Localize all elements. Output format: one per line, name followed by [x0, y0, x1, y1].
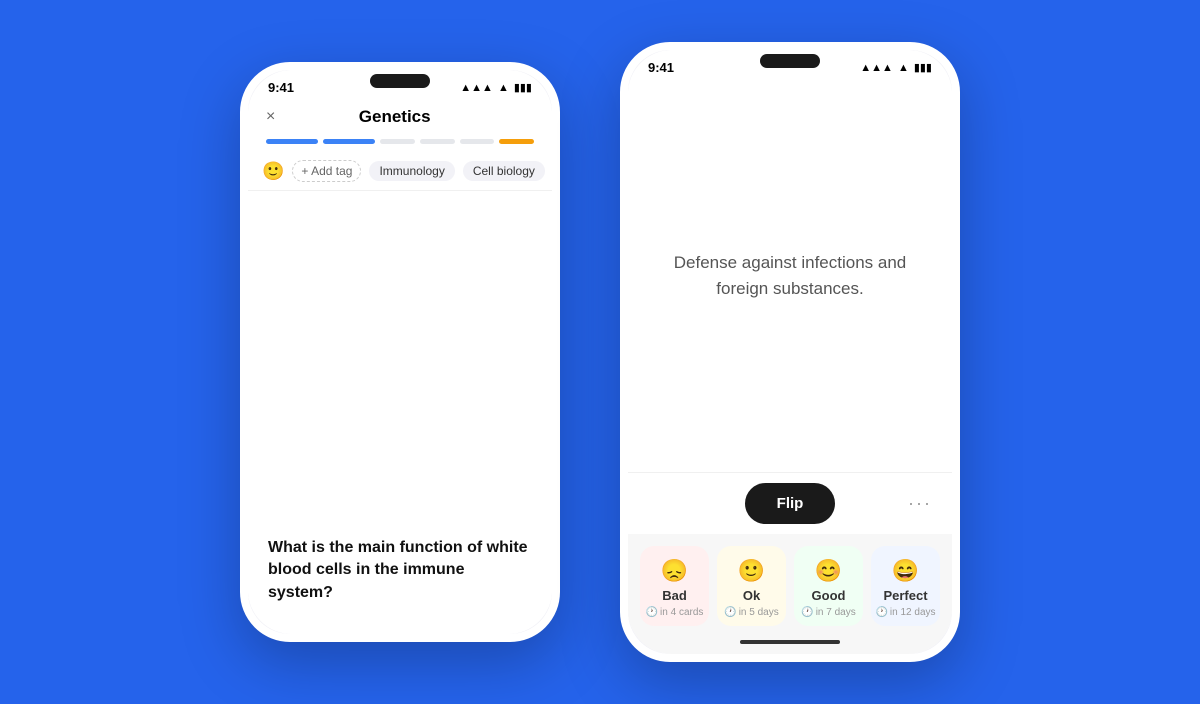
clock-icon-good: 🕐 — [801, 607, 813, 618]
progress-seg-6 — [499, 139, 534, 144]
clock-icon-perfect: 🕐 — [875, 607, 887, 618]
status-time-2: 9:41 — [648, 60, 674, 75]
progress-seg-1 — [266, 139, 318, 144]
good-emoji: 😊 — [815, 558, 842, 584]
signal-icon-2: ▲▲▲ — [860, 62, 893, 74]
notch-2 — [740, 50, 840, 72]
tags-row: 🙂 + Add tag Immunology Cell biology Mo..… — [248, 152, 552, 191]
card-question: What is the main function of white blood… — [268, 537, 532, 604]
perfect-label: Perfect — [883, 588, 927, 603]
notch — [350, 70, 450, 92]
notch-inner — [370, 74, 430, 88]
perfect-emoji: 😄 — [892, 558, 919, 584]
home-bar-2 — [740, 640, 840, 644]
home-indicator-2 — [628, 634, 952, 654]
status-icons-1: ▲▲▲ ▲ ▮▮▮ — [460, 81, 532, 94]
progress-bar — [248, 133, 552, 152]
progress-seg-2 — [323, 139, 375, 144]
good-label: Good — [812, 588, 846, 603]
rating-row: 😞 Bad 🕐 in 4 cards 🙂 Ok 🕐 in 5 days 😊 Go… — [628, 534, 952, 634]
deck-header: × Genetics — [248, 99, 552, 133]
flip-button[interactable]: Flip — [745, 483, 836, 524]
ok-time: 🕐 in 5 days — [724, 607, 778, 618]
answer-text: Defense against infections and foreign s… — [648, 250, 932, 301]
card-content-1: What is the main function of white blood… — [248, 191, 552, 634]
rating-good-button[interactable]: 😊 Good 🕐 in 7 days — [794, 546, 863, 626]
close-button[interactable]: × — [266, 108, 275, 126]
add-tag-button[interactable]: + Add tag — [292, 160, 361, 182]
battery-icon: ▮▮▮ — [514, 81, 532, 94]
more-options-button[interactable]: ··· — [908, 493, 932, 514]
status-time-1: 9:41 — [268, 80, 294, 95]
rating-perfect-button[interactable]: 😄 Perfect 🕐 in 12 days — [871, 546, 940, 626]
bad-label: Bad — [662, 588, 687, 603]
tag-cell-biology[interactable]: Cell biology — [463, 161, 545, 181]
ok-emoji: 🙂 — [738, 558, 765, 584]
deck-title: Genetics — [359, 107, 431, 127]
rating-ok-button[interactable]: 🙂 Ok 🕐 in 5 days — [717, 546, 786, 626]
emoji-icon[interactable]: 🙂 — [262, 161, 284, 182]
battery-icon-2: ▮▮▮ — [914, 61, 932, 74]
progress-seg-3 — [380, 139, 415, 144]
wifi-icon-2: ▲ — [898, 62, 909, 74]
wifi-icon: ▲ — [498, 82, 509, 94]
clock-icon-bad: 🕐 — [646, 607, 658, 618]
bad-emoji: 😞 — [661, 558, 688, 584]
phone1-inner: 9:41 ▲▲▲ ▲ ▮▮▮ × Genetics 🙂 + Add tag — [248, 70, 552, 634]
phone-1: 9:41 ▲▲▲ ▲ ▮▮▮ × Genetics 🙂 + Add tag — [240, 62, 560, 642]
clock-icon-ok: 🕐 — [724, 607, 736, 618]
tag-immunology[interactable]: Immunology — [369, 161, 454, 181]
flip-bar: Flip ··· — [628, 472, 952, 534]
rating-bad-button[interactable]: 😞 Bad 🕐 in 4 cards — [640, 546, 709, 626]
notch-inner-2 — [760, 54, 820, 68]
answer-area: Defense against infections and foreign s… — [628, 79, 952, 472]
good-time: 🕐 in 7 days — [801, 607, 855, 618]
bad-time: 🕐 in 4 cards — [646, 607, 704, 618]
progress-seg-5 — [460, 139, 495, 144]
signal-icon: ▲▲▲ — [460, 82, 493, 94]
progress-seg-4 — [420, 139, 455, 144]
phone2-inner: 9:41 ▲▲▲ ▲ ▮▮▮ Defense against infection… — [628, 50, 952, 654]
ok-label: Ok — [743, 588, 760, 603]
phone-2: 9:41 ▲▲▲ ▲ ▮▮▮ Defense against infection… — [620, 42, 960, 662]
perfect-time: 🕐 in 12 days — [875, 607, 935, 618]
status-icons-2: ▲▲▲ ▲ ▮▮▮ — [860, 61, 932, 74]
